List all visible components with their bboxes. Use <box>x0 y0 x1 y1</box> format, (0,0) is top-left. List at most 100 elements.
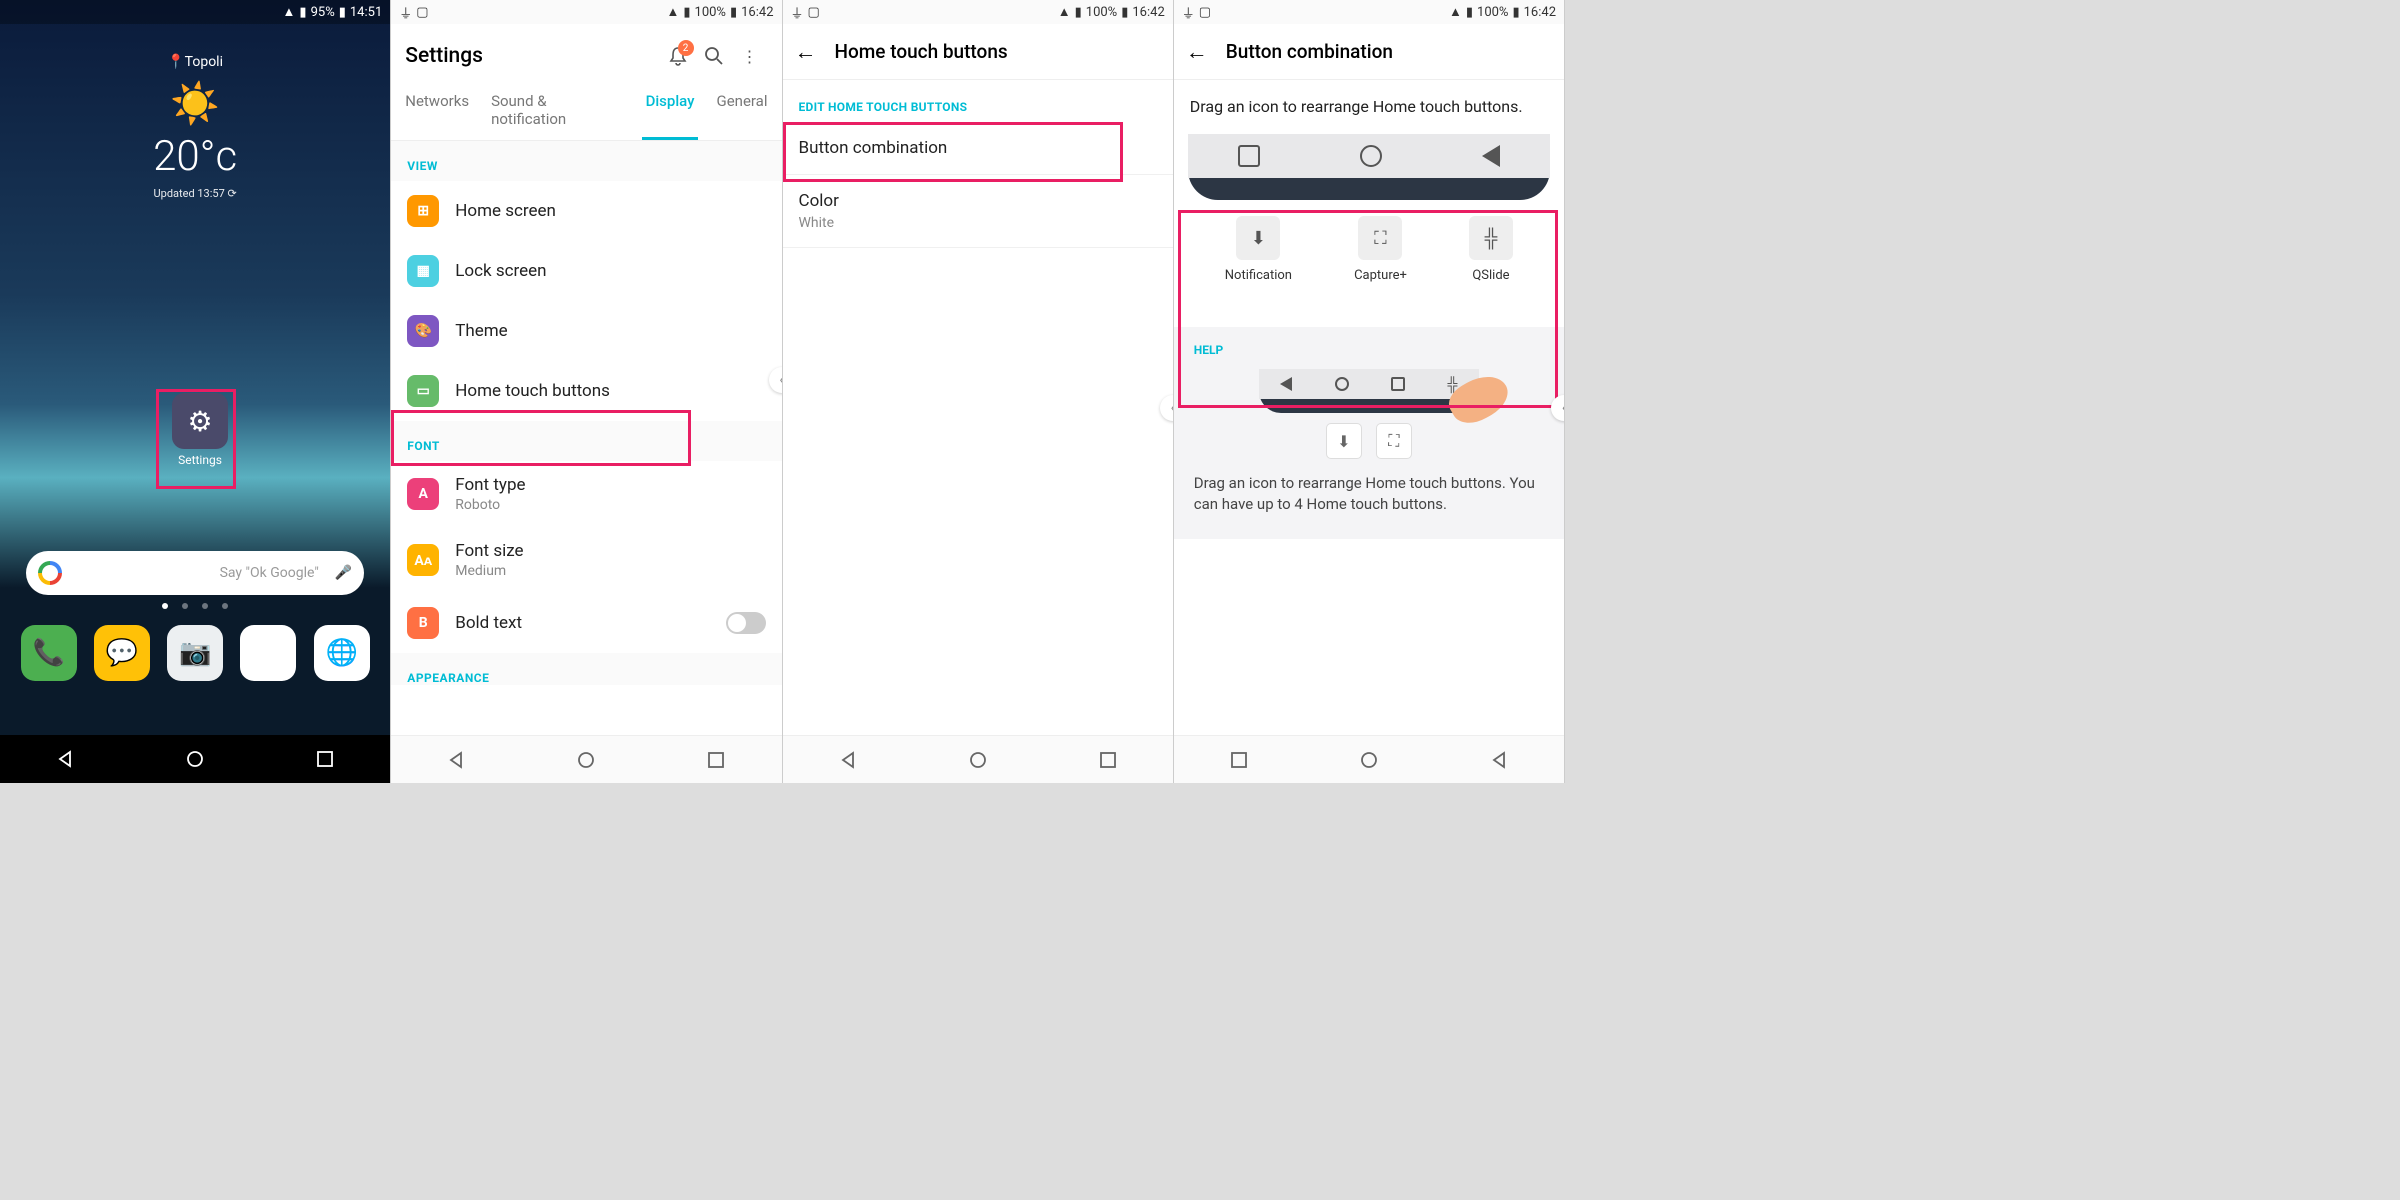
theme-icon: 🎨 <box>407 315 439 347</box>
bold-toggle[interactable] <box>726 612 766 634</box>
phone-app[interactable]: 📞 <box>21 625 77 681</box>
back-button[interactable] <box>836 748 860 772</box>
home-button[interactable] <box>1357 748 1381 772</box>
search-button[interactable] <box>696 38 732 74</box>
google-search-bar[interactable]: Say "Ok Google" 🎤 <box>26 551 364 595</box>
battery-icon: ▮ <box>730 5 737 20</box>
screen-button-combination: ⏚▢ ▲ ▮ 100% ▮ 16:42 ← Button combination… <box>1174 0 1565 783</box>
wifi-icon: ▲ <box>283 4 296 20</box>
messages-app[interactable]: 💬 <box>94 625 150 681</box>
signal-icon: ▮ <box>1466 5 1473 20</box>
recent-button[interactable] <box>704 748 728 772</box>
image-icon: ▢ <box>808 5 820 20</box>
signal-icon: ▮ <box>683 5 690 20</box>
preview-back-icon[interactable] <box>1482 145 1500 167</box>
tab-networks[interactable]: Networks <box>401 80 473 140</box>
section-view: VIEW <box>391 141 781 181</box>
extra-qslide[interactable]: ╬ QSlide <box>1469 216 1513 283</box>
help-recent-icon <box>1391 377 1405 391</box>
usb-icon: ⏚ <box>1182 3 1195 22</box>
page-indicator <box>0 603 390 609</box>
tab-general[interactable]: General <box>712 80 771 140</box>
help-extras-row: ⬇ ⛶ <box>1194 423 1544 459</box>
wifi-icon: ▲ <box>1058 4 1071 20</box>
search-placeholder: Say "Ok Google" <box>70 565 327 581</box>
weather-widget[interactable]: 📍Topoli ☀️ 20°c Updated 13:57 ⟳ <box>0 24 390 200</box>
extra-notification[interactable]: ⬇ Notification <box>1225 216 1292 283</box>
home-button[interactable] <box>574 748 598 772</box>
help-home-icon <box>1335 377 1349 391</box>
section-appearance: APPEARANCE <box>391 653 781 685</box>
recent-button[interactable] <box>1096 748 1120 772</box>
dock: 📞 💬 📷 ▶ 🌐 <box>0 625 390 681</box>
nav-bar <box>0 735 390 783</box>
back-arrow[interactable]: ← <box>795 39 817 65</box>
usb-icon: ⏚ <box>399 3 412 22</box>
screen-home-touch: ⏚▢ ▲ ▮ 100% ▮ 16:42 ← Home touch buttons… <box>783 0 1174 783</box>
battery-icon: ▮ <box>1121 5 1128 20</box>
settings-tabs: Networks Sound & notification Display Ge… <box>391 80 781 141</box>
camera-app[interactable]: 📷 <box>167 625 223 681</box>
screen-settings: ⏚ ▢ ▲ ▮ 100% ▮ 16:42 Settings 2 ⋮ Networ… <box>391 0 782 783</box>
chrome-app[interactable]: 🌐 <box>314 625 370 681</box>
item-theme[interactable]: 🎨 Theme <box>391 301 781 361</box>
home-wallpaper: ▲ ▮ 95% ▮ 14:51 📍Topoli ☀️ 20°c Updated … <box>0 0 390 735</box>
instruction: Drag an icon to rearrange Home touch but… <box>1174 80 1564 134</box>
item-font-size[interactable]: Aᴀ Font size Medium <box>391 527 781 593</box>
item-color[interactable]: Color White <box>783 175 1173 248</box>
tab-sound[interactable]: Sound & notification <box>487 80 627 140</box>
extra-capture[interactable]: ⛶ Capture+ <box>1354 216 1407 283</box>
nav-bar <box>1174 735 1564 783</box>
screen-home: ▲ ▮ 95% ▮ 14:51 📍Topoli ☀️ 20°c Updated … <box>0 0 391 783</box>
item-font-type[interactable]: A Font type Roboto <box>391 461 781 527</box>
item-bold-text[interactable]: B Bold text <box>391 593 781 653</box>
side-chevron[interactable]: ‹ <box>1160 395 1173 421</box>
status-bar: ⏚▢ ▲ ▮ 100% ▮ 16:42 <box>1174 0 1564 24</box>
nav-preview <box>1188 134 1550 200</box>
capture-icon: ⛶ <box>1358 216 1402 260</box>
item-button-combination[interactable]: Button combination <box>783 122 1173 175</box>
page-title: Settings <box>405 44 659 68</box>
page-title: Button combination <box>1226 40 1393 63</box>
item-lock-screen[interactable]: ▦ Lock screen <box>391 241 781 301</box>
font-type-icon: A <box>407 478 439 510</box>
mic-icon[interactable]: 🎤 <box>335 565 352 581</box>
extra-buttons-row: ⬇ Notification ⛶ Capture+ ╬ QSlide <box>1174 200 1564 287</box>
temperature: 20°c <box>0 132 390 181</box>
back-arrow[interactable]: ← <box>1186 39 1208 65</box>
home-button[interactable] <box>183 747 207 771</box>
nav-bar <box>783 735 1173 783</box>
back-button[interactable] <box>53 747 77 771</box>
play-store-app[interactable]: ▶ <box>240 625 296 681</box>
preview-home-icon[interactable] <box>1360 145 1382 167</box>
battery-pct: 100% <box>695 5 726 20</box>
status-bar: ⏚ ▢ ▲ ▮ 100% ▮ 16:42 <box>391 0 781 24</box>
google-icon <box>38 561 62 585</box>
item-home-screen[interactable]: ⊞ Home screen <box>391 181 781 241</box>
lock-screen-icon: ▦ <box>407 255 439 287</box>
recent-button[interactable] <box>1227 748 1251 772</box>
tab-display[interactable]: Display <box>642 80 699 140</box>
location-label: 📍Topoli <box>0 54 390 70</box>
usb-icon: ⏚ <box>791 3 804 22</box>
recent-button[interactable] <box>313 747 337 771</box>
back-button[interactable] <box>444 748 468 772</box>
status-bar: ▲ ▮ 95% ▮ 14:51 <box>0 0 390 24</box>
help-notification-icon: ⬇ <box>1326 423 1362 459</box>
home-button[interactable] <box>966 748 990 772</box>
section-font: FONT <box>391 421 781 461</box>
back-button[interactable] <box>1487 748 1511 772</box>
bold-icon: B <box>407 607 439 639</box>
image-icon: ▢ <box>1199 5 1211 20</box>
notifications-button[interactable]: 2 <box>660 38 696 74</box>
updated-label: Updated 13:57 ⟳ <box>0 187 390 200</box>
preview-recent-icon[interactable] <box>1238 145 1260 167</box>
battery-icon: ▮ <box>339 5 346 20</box>
app-bar: ← Button combination <box>1174 24 1564 80</box>
overflow-button[interactable]: ⋮ <box>732 38 768 74</box>
item-home-touch-buttons[interactable]: ▭ Home touch buttons <box>391 361 781 421</box>
battery-pct: 100% <box>1086 5 1117 20</box>
settings-app[interactable]: ⚙ Settings <box>160 393 240 467</box>
clock: 16:42 <box>741 5 773 20</box>
qslide-icon: ╬ <box>1469 216 1513 260</box>
